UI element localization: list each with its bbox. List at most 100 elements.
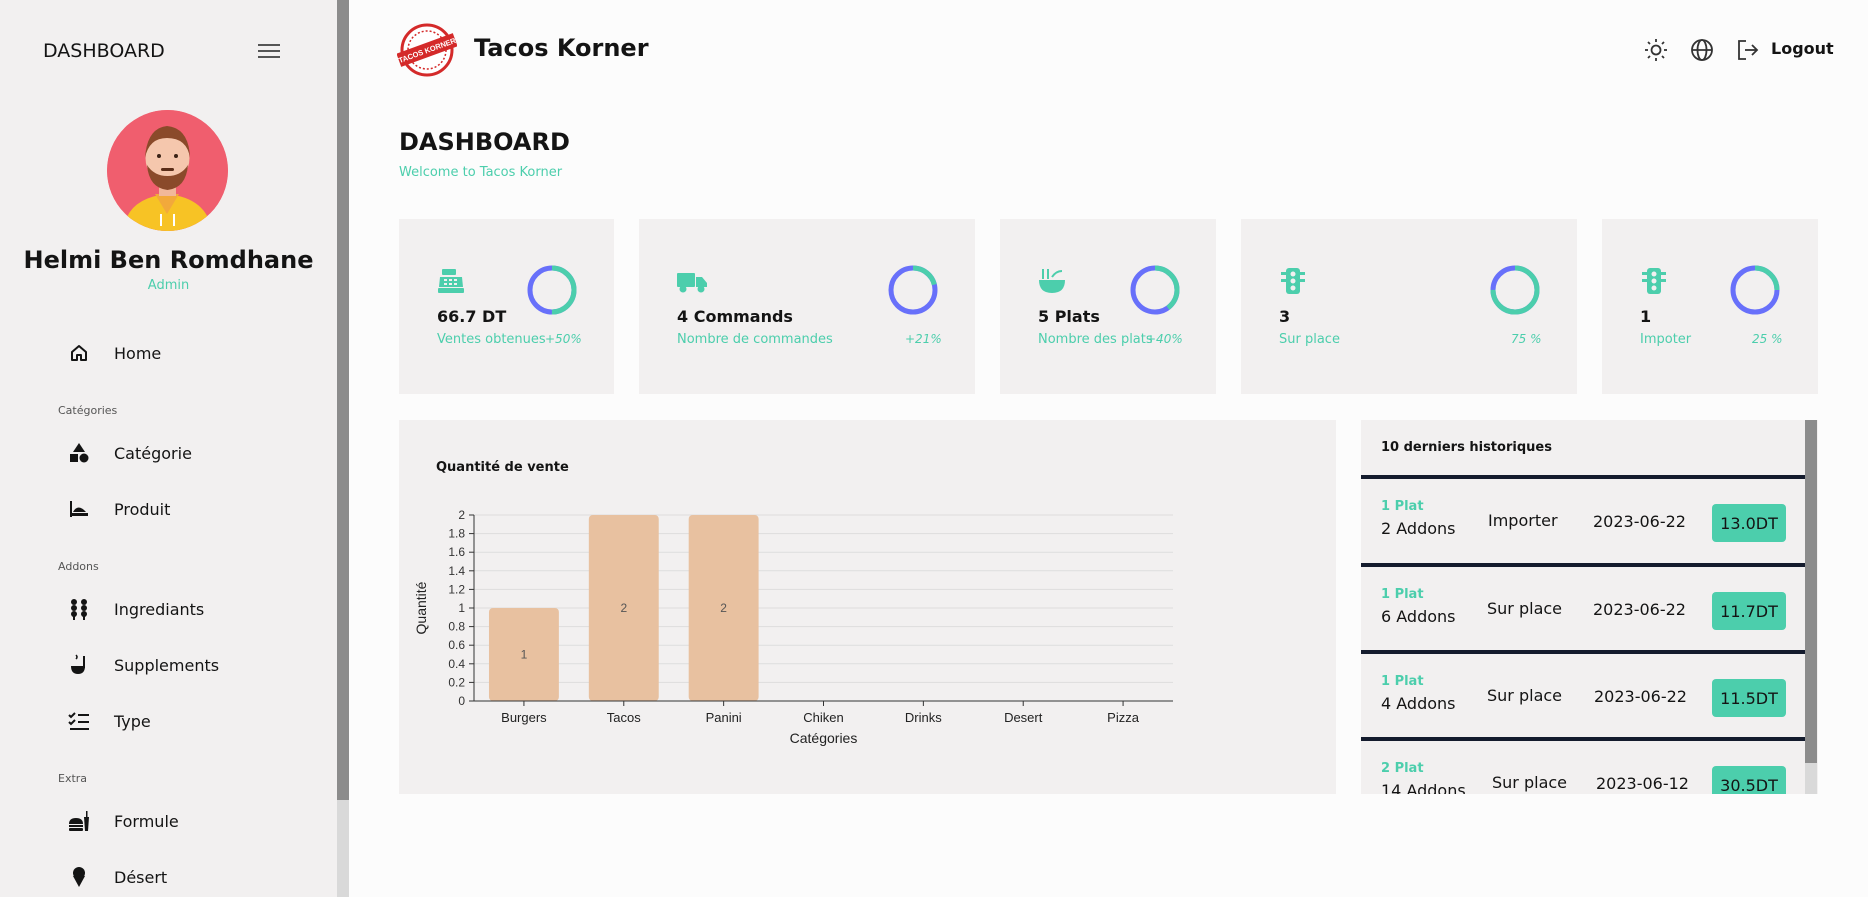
history-addons: 2 Addons [1381,519,1456,538]
sidebar-item-type[interactable]: Type [68,706,151,736]
sidebar-item-label: Supplements [114,655,220,675]
stat-percent: 25 % [1752,332,1783,346]
stat-card-ventes: 66.7 DT Ventes obtenues +50% [399,219,614,394]
sidebar-item-produit[interactable]: Produit [68,494,170,524]
history-price-badge: 11.5DT [1712,679,1786,717]
stat-value: 1 [1640,307,1652,326]
history-date: 2023-06-22 [1593,512,1686,531]
history-addons: 4 Addons [1381,694,1456,713]
history-date: 2023-06-12 [1596,774,1689,793]
stat-label: Nombre des plats [1038,332,1153,347]
sales-chart-panel: Quantité de vente 0 0.2 0.4 0.6 0.8 1 1.2 1.4 1.… [399,420,1336,794]
truck-icon [677,267,707,295]
history-date: 2023-06-22 [1593,600,1686,619]
sidebar-item-formule[interactable]: Formule [68,806,179,836]
y-tick-label: 0 [458,694,465,708]
y-tick-label: 0.6 [448,638,465,652]
stat-percent: +40% [1146,332,1183,346]
sidebar-item-label: Home [114,343,162,363]
fastfood-icon [68,810,90,832]
sidebar-item-ingrediants[interactable]: Ingrediants [68,594,204,624]
x-tick-label: Drinks [905,710,942,725]
stat-percent: +21% [905,332,942,346]
history-plat: 1 Plat [1381,674,1424,689]
history-row[interactable]: 1 Plat 2 Addons Importer 2023-06-22 13.0… [1361,475,1805,563]
home-icon [68,342,90,364]
progress-ring [1130,265,1180,315]
avatar [107,110,228,231]
stat-card-importer: 1 Impoter 25 % [1602,219,1818,394]
y-tick-label: 2 [458,508,465,522]
traffic-light-icon [1279,267,1307,295]
sidebar-item-label: Type [114,711,151,731]
progress-ring [888,265,938,315]
ramen-bowl-icon [1038,267,1066,295]
sidebar-item-label: Catégorie [114,443,192,463]
x-tick-label: Pizza [1107,710,1140,725]
history-scrollbar-thumb[interactable] [1805,420,1817,763]
light-mode-icon[interactable] [1644,38,1668,62]
x-tick-label: Tacos [607,710,641,725]
sidebar-item-categorie[interactable]: Catégorie [68,438,192,468]
x-tick-label: Chiken [803,710,843,725]
y-tick-label: 1.8 [448,527,465,541]
stat-label: Sur place [1279,332,1340,347]
sidebar-item-label: Formule [114,811,179,831]
food-tray-icon [68,498,90,520]
ladle-icon [68,654,90,676]
sidebar-scrollbar-thumb[interactable] [337,0,349,800]
y-tick-label: 1.4 [448,564,465,578]
bar-data-label: 2 [620,601,627,615]
stat-card-plats: 5 Plats Nombre des plats +40% [1000,219,1216,394]
sidebar-section-addons: Addons [58,560,99,573]
history-row[interactable]: 1 Plat 4 Addons Sur place 2023-06-22 11.… [1361,650,1805,738]
sidebar-item-supplements[interactable]: Supplements [68,650,219,680]
history-row[interactable]: 1 Plat 6 Addons Sur place 2023-06-22 11.… [1361,563,1805,651]
logout-icon[interactable] [1736,38,1760,62]
y-tick-label: 1 [458,601,465,615]
history-date: 2023-06-22 [1594,687,1687,706]
stat-value: 5 Plats [1038,307,1100,326]
progress-ring [527,265,577,315]
x-tick-label: Panini [706,710,742,725]
history-addons: 14 Addons [1381,781,1466,794]
page-title: DASHBOARD [399,128,570,156]
user-name: Helmi Ben Romdhane [23,246,314,274]
history-price-badge: 11.7DT [1712,592,1786,630]
stat-value: 3 [1279,307,1291,326]
stat-percent: +50% [545,332,582,346]
y-tick-label: 1.2 [448,582,465,596]
history-panel: 10 derniers historiques 1 Plat 2 Addons … [1361,420,1818,794]
logout-button[interactable]: Logout [1771,39,1834,58]
history-price-badge: 13.0DT [1712,504,1786,542]
menu-toggle-icon[interactable] [258,44,280,60]
stat-card-commandes: 4 Commands Nombre de commandes +21% [639,219,975,394]
y-tick-label: 0.8 [448,620,465,634]
stat-card-sur-place: 3 Sur place 75 % [1241,219,1577,394]
history-price-badge: 30.5DT [1712,766,1786,794]
history-plat: 1 Plat [1381,587,1424,602]
icecream-icon [68,866,90,888]
bar-data-label: 2 [720,601,727,615]
cash-register-icon [437,267,465,295]
x-axis-label: Catégories [790,730,858,746]
sidebar-item-label: Désert [114,867,168,887]
stat-label: Ventes obtenues [437,332,546,347]
sidebar-item-desert[interactable]: Désert [68,862,167,892]
sidebar-item-home[interactable]: Home [68,338,161,368]
stat-percent: 75 % [1511,332,1542,346]
stat-label: Impoter [1640,332,1692,347]
brand-logo: TACOS KORNER [396,22,458,78]
brand-name: Tacos Korner [474,34,649,62]
history-type: Importer [1488,511,1558,530]
traffic-light-icon [1640,267,1668,295]
checklist-icon [68,710,90,732]
user-role: Admin [147,278,190,293]
stat-value: 66.7 DT [437,307,507,326]
history-row[interactable]: 2 Plat 14 Addons Sur place 2023-06-12 30… [1361,737,1805,794]
globe-icon[interactable] [1690,38,1714,62]
progress-ring [1730,265,1780,315]
y-axis-label: Quantité [413,581,429,634]
y-tick-label: 1.6 [448,545,465,559]
sidebar: DASHBOARD Helmi Ben Romdhane Admin Home … [0,0,337,897]
